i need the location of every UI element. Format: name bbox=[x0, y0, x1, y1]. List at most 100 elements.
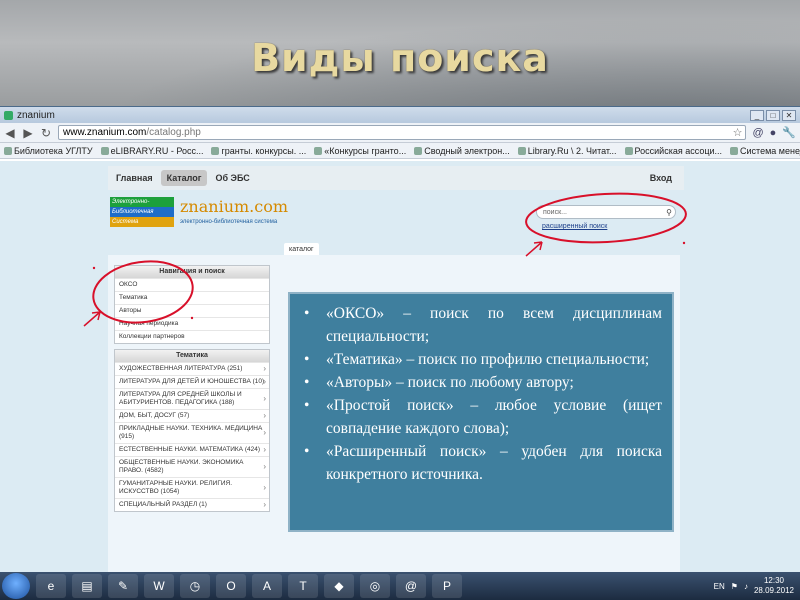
url-path: /catalog.php bbox=[146, 127, 201, 138]
star-icon[interactable]: ☆ bbox=[733, 126, 746, 139]
window-controls: _ □ ✕ bbox=[750, 109, 800, 121]
minimize-icon[interactable]: _ bbox=[750, 109, 764, 121]
talk-icon[interactable]: T bbox=[288, 574, 318, 598]
address-bar[interactable]: www.znanium.com/catalog.php ☆ bbox=[58, 125, 747, 140]
at-mail-icon[interactable]: @ bbox=[396, 574, 426, 598]
nav-item-authors[interactable]: Авторы bbox=[115, 304, 269, 317]
search-icon[interactable]: ⚲ bbox=[666, 208, 672, 217]
clock[interactable]: 12:30 28.09.2012 bbox=[754, 576, 794, 596]
forward-icon[interactable]: ▶ bbox=[22, 126, 34, 140]
nav-item-periodicals[interactable]: Научная периодика bbox=[115, 317, 269, 330]
url-domain: www.znanium.com bbox=[63, 127, 147, 138]
theme-item[interactable]: ЛИТЕРАТУРА ДЛЯ ДЕТЕЙ И ЮНОШЕСТВА (10) › bbox=[115, 375, 269, 388]
nav-item-partners[interactable]: Коллекции партнеров bbox=[115, 330, 269, 343]
maximize-icon[interactable]: □ bbox=[766, 109, 780, 121]
chevron-right-icon: › bbox=[263, 377, 266, 386]
nav-catalog[interactable]: Каталог bbox=[160, 170, 208, 186]
site-tagline: электронно-библиотечная система bbox=[180, 219, 278, 225]
word-icon[interactable]: W bbox=[144, 574, 174, 598]
search-type-item: «Расширенный поиск» – удобен для поиска … bbox=[304, 440, 662, 486]
theme-item[interactable]: ГУМАНИТАРНЫЕ НАУКИ. РЕЛИГИЯ. ИСКУССТВО (… bbox=[115, 477, 269, 498]
chevron-right-icon: › bbox=[263, 500, 266, 509]
folder-icon[interactable]: ◆ bbox=[324, 574, 354, 598]
nav-search-panel: Навигация и поиск ОКСО Тематика Авторы Н… bbox=[114, 265, 270, 344]
close-icon[interactable]: ✕ bbox=[782, 109, 796, 121]
theme-item[interactable]: ЕСТЕСТВЕННЫЕ НАУКИ. МАТЕМАТИКА (424) › bbox=[115, 443, 269, 456]
clock-time: 12:30 bbox=[763, 576, 784, 585]
site-search-input[interactable]: поиск... ⚲ bbox=[536, 205, 676, 219]
bookmark-icon bbox=[624, 146, 633, 155]
search-types-list: «ОКСО» – поиск по всем дисциплинам специ… bbox=[290, 294, 672, 486]
bookmark-item[interactable]: eLIBRARY.RU - Росс... bbox=[100, 146, 203, 156]
film-icon[interactable]: ◎ bbox=[360, 574, 390, 598]
theme-item[interactable]: ПРИКЛАДНЫЕ НАУКИ. ТЕХНИКА. МЕДИЦИНА (915… bbox=[115, 422, 269, 443]
chevron-right-icon: › bbox=[263, 411, 266, 420]
bookmark-item[interactable]: «Конкурсы гранто... bbox=[314, 146, 406, 156]
site-favicon-icon bbox=[4, 110, 13, 120]
advanced-search-link[interactable]: расширенный поиск bbox=[542, 223, 607, 230]
explorer-icon[interactable]: ▤ bbox=[72, 574, 102, 598]
clock-app-icon[interactable]: ◷ bbox=[180, 574, 210, 598]
logo-line1: Электронно- bbox=[110, 197, 174, 207]
start-button[interactable] bbox=[2, 573, 30, 599]
language-indicator[interactable]: EN bbox=[714, 582, 725, 591]
chevron-right-icon: › bbox=[263, 445, 266, 454]
volume-icon[interactable]: ♪ bbox=[744, 582, 748, 591]
theme-item[interactable]: ЛИТЕРАТУРА ДЛЯ СРЕДНЕЙ ШКОЛЫ И АБИТУРИЕН… bbox=[115, 388, 269, 409]
bookmark-icon bbox=[730, 146, 739, 155]
bookmark-item[interactable]: Система менеджме... bbox=[730, 146, 800, 156]
browser-toolbar: ◀ ▶ ↻ www.znanium.com/catalog.php ☆ @ ● … bbox=[0, 123, 800, 143]
nav-item-thematic[interactable]: Тематика bbox=[115, 291, 269, 304]
logo-line3: Система bbox=[110, 217, 174, 227]
logo-line2: Библиотечная bbox=[110, 207, 174, 217]
nav-login[interactable]: Вход bbox=[644, 170, 678, 186]
pen-icon[interactable]: ✎ bbox=[108, 574, 138, 598]
site-name[interactable]: znanium.com bbox=[180, 197, 288, 216]
browser-titlebar: znanium _ □ ✕ bbox=[0, 107, 800, 123]
panel-title: Тематика bbox=[115, 350, 269, 362]
clock-date: 28.09.2012 bbox=[753, 586, 794, 595]
search-placeholder: поиск... bbox=[543, 208, 567, 216]
bookmark-icon bbox=[4, 146, 12, 155]
search-type-item: «Тематика» – поиск по профилю специально… bbox=[304, 348, 662, 371]
ie-icon[interactable]: e bbox=[36, 574, 66, 598]
bookmark-icon bbox=[100, 146, 109, 155]
theme-item[interactable]: ОБЩЕСТВЕННЫЕ НАУКИ. ЭКОНОМИКА ПРАВО. (45… bbox=[115, 456, 269, 477]
bookmark-item[interactable]: Library.Ru \ 2. Читат... bbox=[517, 146, 617, 156]
bookmark-item[interactable]: гранты. конкурсы. ... bbox=[211, 146, 306, 156]
site-nav: Главная Каталог Об ЭБС Вход bbox=[108, 166, 684, 190]
reload-icon[interactable]: ↻ bbox=[40, 126, 52, 140]
search-type-item: «Авторы» – поиск по любому автору; bbox=[304, 371, 662, 394]
nav-item-okso[interactable]: ОКСО bbox=[115, 278, 269, 291]
network-icon[interactable]: ⚑ bbox=[731, 582, 738, 591]
pdf-icon[interactable]: A bbox=[252, 574, 282, 598]
chevron-right-icon: › bbox=[263, 394, 266, 403]
slide-title: Виды поиска bbox=[251, 36, 549, 80]
theme-panel: Тематика ХУДОЖЕСТВЕННАЯ ЛИТЕРАТУРА (251)… bbox=[114, 349, 270, 512]
bookmark-item[interactable]: Библиотека УГЛТУ bbox=[4, 146, 93, 156]
outlook-icon[interactable]: O bbox=[216, 574, 246, 598]
bookmark-icon bbox=[211, 146, 220, 155]
wrench-icon[interactable]: 🔧 bbox=[782, 126, 796, 139]
theme-item[interactable]: СПЕЦИАЛЬНЫЙ РАЗДЕЛ (1) › bbox=[115, 498, 269, 511]
nav-home[interactable]: Главная bbox=[110, 170, 159, 186]
tab-title: znanium bbox=[17, 109, 55, 121]
at-icon[interactable]: @ bbox=[752, 127, 763, 139]
back-icon[interactable]: ◀ bbox=[4, 126, 16, 140]
extension-icon[interactable]: ● bbox=[770, 127, 777, 139]
theme-item[interactable]: ДОМ, БЫТ, ДОСУГ (57) › bbox=[115, 409, 269, 422]
bookmark-item[interactable]: Российская ассоци... bbox=[624, 146, 722, 156]
browser-tab[interactable]: znanium bbox=[4, 110, 55, 121]
search-types-callout: «ОКСО» – поиск по всем дисциплинам специ… bbox=[288, 292, 674, 532]
chevron-right-icon: › bbox=[263, 428, 266, 437]
chevron-right-icon: › bbox=[263, 483, 266, 492]
nav-about[interactable]: Об ЭБС bbox=[209, 170, 255, 186]
bookmarks-bar: Библиотека УГЛТУ eLIBRARY.RU - Росс... г… bbox=[0, 143, 800, 159]
bookmark-icon bbox=[414, 146, 423, 155]
site-logo[interactable]: Электронно- Библиотечная Система bbox=[110, 197, 174, 227]
chevron-right-icon: › bbox=[263, 462, 266, 471]
system-tray: EN ⚑ ♪ 12:30 28.09.2012 bbox=[714, 576, 800, 596]
powerpoint-icon[interactable]: P bbox=[432, 574, 462, 598]
theme-item[interactable]: ХУДОЖЕСТВЕННАЯ ЛИТЕРАТУРА (251) › bbox=[115, 362, 269, 375]
bookmark-item[interactable]: Сводный электрон... bbox=[414, 146, 510, 156]
